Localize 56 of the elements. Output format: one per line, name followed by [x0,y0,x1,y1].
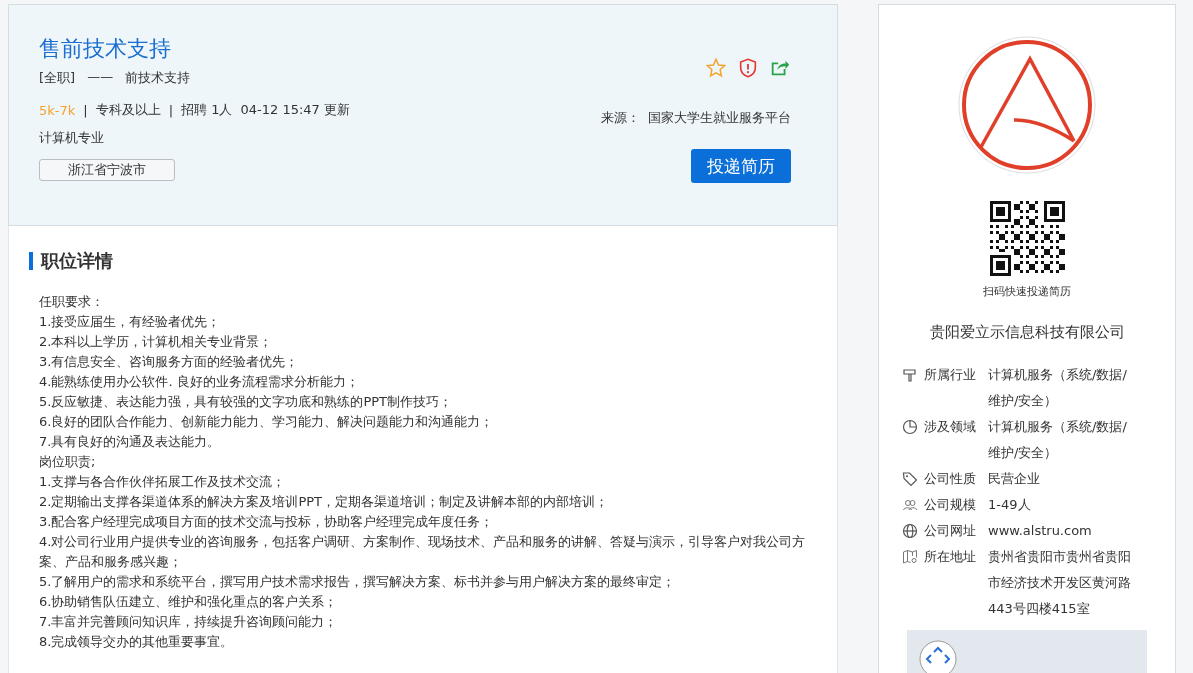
globe-icon [902,523,918,539]
map-pan-control[interactable] [919,640,957,673]
divider: | [168,102,174,118]
source-name: 国家大学生就业服务平台 [648,109,791,127]
pie-chart-icon [902,419,918,435]
detail-line: 3.有信息安全、咨询服务方面的经验者优先； [39,353,300,371]
divider: | [83,102,88,118]
detail-line: 4.对公司行业用户提供专业的咨询服务，包括客户调研、方案制作、现场技术、产品和服务的讲解、答疑与演示，引导客户对我公司方案、产品和服务感兴趣； [39,533,807,571]
info-label: 公司性质 [924,470,977,488]
info-value: 贵州省贵阳市贵州省贵阳市经济技术开发区黄河路443号四楼415室 [988,548,1132,618]
people-icon [902,497,918,513]
salary: 5k-7k [39,102,76,118]
info-value: 1-49人 [988,496,1032,514]
detail-line: 5.了解用户的需求和系统平台，撰写用户技术需求报告，撰写解决方案、标书并参与用户解决方案的最终审定； [39,573,677,591]
hammer-icon [902,367,918,383]
info-label: 所属行业 [924,366,977,384]
company-name: 贵阳爱立示信息科技有限公司 [929,323,1125,342]
detail-line: 6.良好的团队合作能力、创新能力能力、学习能力、解决问题能力和沟通能力； [39,413,495,431]
star-icon[interactable] [705,57,727,79]
detail-line: 5.反应敏捷、表达能力强，具有较强的文字功底和熟练的PPT制作技巧； [39,393,454,411]
detail-line: 2.定期输出支撑各渠道体系的解决方案及培训PPT，定期各渠道培训；制定及讲解本部的内部培训； [39,493,610,511]
job-subtitle: 前技术支持 [125,69,191,87]
update-time: 04-12 15:47 更新 [240,101,350,119]
info-value: 计算机服务（系统/数据/维护/安全） [988,366,1128,410]
detail-line: 7.具有良好的沟通及表达能力。 [39,433,222,451]
detail-line: 8.完成领导交办的其他重要事宜。 [39,633,235,651]
detail-line: 7.丰富并完善顾问知识库，持续提升咨询顾问能力； [39,613,339,631]
info-value: 民营企业 [988,470,1041,488]
source-label: 来源： [601,109,640,127]
info-label: 涉及领域 [924,418,977,436]
info-value[interactable]: www.alstru.com [988,518,1138,544]
detail-line: 2.本科以上学历，计算机相关专业背景； [39,333,274,351]
location-tag: 浙江省宁波市 [39,159,175,181]
detail-line: 岗位职责; [39,453,97,471]
detail-line: 任职要求： [39,293,105,311]
detail-line: 6.协助销售队伍建立、维护和强化重点的客户关系； [39,593,339,611]
report-shield-icon[interactable] [737,57,759,79]
apply-button[interactable]: 投递简历 [691,149,791,183]
detail-line: 1.接受应届生，有经验者优先； [39,313,222,331]
education: 专科及以上 [95,101,161,119]
job-title: 售前技术支持 [39,35,172,63]
detail-line: 4.能熟练使用办公软件. 良好的业务流程需求分析能力； [39,373,360,391]
info-label: 公司规模 [924,496,977,514]
employment-type: [全职] [39,69,76,87]
map-pin-icon [902,549,918,565]
detail-line: 1.支撑与各合作伙伴拓展工作及技术交流； [39,473,287,491]
dash-separator: —— [87,69,114,86]
qr-caption: 扫码快速投递简历 [983,284,1071,299]
section-heading: 职位详情 [29,252,817,270]
info-label: 公司网址 [924,522,977,540]
info-value: 计算机服务（系统/数据/维护/安全） [988,418,1128,462]
detail-line: 3.配合客户经理完成项目方面的技术交流与投标，协助客户经理完成年度任务； [39,513,495,531]
info-label: 所在地址 [924,548,977,566]
tag-icon [902,471,918,487]
major: 计算机专业 [39,129,105,147]
headcount: 招聘 1人 [181,101,233,119]
